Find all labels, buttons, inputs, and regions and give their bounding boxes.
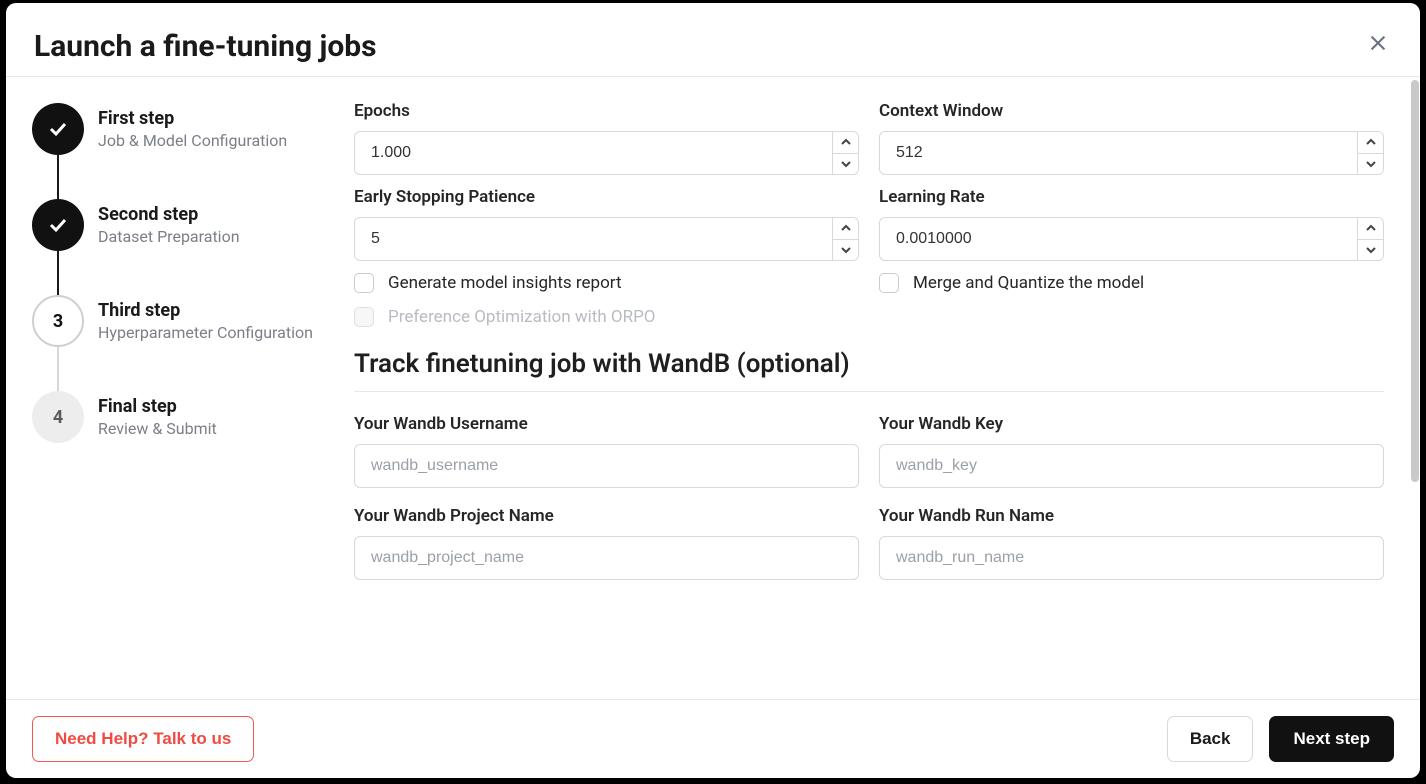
scrollbar-track[interactable] xyxy=(1406,77,1420,699)
merge-quantize-label: Merge and Quantize the model xyxy=(913,273,1144,293)
step-3-title: Third step xyxy=(98,300,313,321)
context-window-field: Context Window xyxy=(879,101,1384,175)
step-4-badge: 4 xyxy=(32,391,84,443)
epochs-label: Epochs xyxy=(354,101,859,121)
stepper: First step Job & Model Configuration Sec… xyxy=(6,77,346,699)
close-icon xyxy=(1367,32,1389,54)
learning-rate-field: Learning Rate xyxy=(879,187,1384,261)
step-1-sub: Job & Model Configuration xyxy=(98,131,287,150)
early-stopping-input[interactable] xyxy=(355,218,832,260)
epochs-step-down[interactable] xyxy=(833,154,858,175)
step-3-badge: 3 xyxy=(32,295,84,347)
section-divider xyxy=(354,391,1384,392)
early-stopping-field: Early Stopping Patience xyxy=(354,187,859,261)
wandb-key-label: Your Wandb Key xyxy=(879,414,1384,434)
modal-footer: Need Help? Talk to us Back Next step xyxy=(6,699,1420,778)
wandb-project-label: Your Wandb Project Name xyxy=(354,506,859,526)
step-4-sub: Review & Submit xyxy=(98,419,217,438)
close-button[interactable] xyxy=(1364,29,1392,57)
merge-quantize-checkbox-row: Merge and Quantize the model xyxy=(879,273,1384,293)
step-3: 3 Third step Hyperparameter Configuratio… xyxy=(32,295,326,347)
wandb-username-input[interactable] xyxy=(354,444,859,488)
learning-rate-input[interactable] xyxy=(880,218,1357,260)
epochs-input[interactable] xyxy=(355,132,832,174)
step-4-title: Final step xyxy=(98,396,217,417)
context-window-input[interactable] xyxy=(880,132,1357,174)
chevron-up-icon xyxy=(841,137,851,147)
chevron-up-icon xyxy=(841,223,851,233)
check-icon xyxy=(46,117,70,141)
step-2: Second step Dataset Preparation xyxy=(32,199,326,251)
modal-title: Launch a fine-tuning jobs xyxy=(34,29,377,64)
orpo-checkbox xyxy=(354,307,374,327)
learning-rate-label: Learning Rate xyxy=(879,187,1384,207)
step-3-sub: Hyperparameter Configuration xyxy=(98,323,313,342)
chevron-down-icon xyxy=(841,245,851,255)
orpo-label: Preference Optimization with ORPO xyxy=(388,307,656,327)
chevron-down-icon xyxy=(1366,245,1376,255)
epochs-field: Epochs xyxy=(354,101,859,175)
context-window-label: Context Window xyxy=(879,101,1384,121)
generate-insights-checkbox[interactable] xyxy=(354,273,374,293)
wandb-run-label: Your Wandb Run Name xyxy=(879,506,1384,526)
chevron-up-icon xyxy=(1366,137,1376,147)
modal-body: First step Job & Model Configuration Sec… xyxy=(6,77,1420,699)
launch-finetune-modal: Launch a fine-tuning jobs First step Job… xyxy=(6,3,1420,778)
early-stopping-step-up[interactable] xyxy=(833,218,858,240)
wandb-key-input[interactable] xyxy=(879,444,1384,488)
context-window-step-up[interactable] xyxy=(1358,132,1383,154)
wandb-key-field: Your Wandb Key xyxy=(879,414,1384,488)
epochs-step-up[interactable] xyxy=(833,132,858,154)
back-button[interactable]: Back xyxy=(1167,716,1254,762)
step-connector xyxy=(57,347,59,391)
step-connector xyxy=(57,155,59,199)
learning-rate-step-down[interactable] xyxy=(1358,240,1383,261)
step-4: 4 Final step Review & Submit xyxy=(32,391,326,443)
wandb-run-input[interactable] xyxy=(879,536,1384,580)
scrollbar-thumb[interactable] xyxy=(1411,80,1419,482)
chevron-down-icon xyxy=(1366,159,1376,169)
wandb-project-field: Your Wandb Project Name xyxy=(354,506,859,580)
generate-insights-checkbox-row: Generate model insights report xyxy=(354,273,859,293)
modal-header: Launch a fine-tuning jobs xyxy=(6,3,1420,76)
merge-quantize-checkbox[interactable] xyxy=(879,273,899,293)
check-icon xyxy=(46,213,70,237)
early-stopping-step-down[interactable] xyxy=(833,240,858,261)
wandb-section-heading: Track finetuning job with WandB (optiona… xyxy=(354,349,1384,379)
wandb-username-label: Your Wandb Username xyxy=(354,414,859,434)
chevron-down-icon xyxy=(841,159,851,169)
step-2-badge xyxy=(32,199,84,251)
wandb-username-field: Your Wandb Username xyxy=(354,414,859,488)
context-window-step-down[interactable] xyxy=(1358,154,1383,175)
learning-rate-step-up[interactable] xyxy=(1358,218,1383,240)
need-help-button[interactable]: Need Help? Talk to us xyxy=(32,716,254,762)
orpo-checkbox-row: Preference Optimization with ORPO xyxy=(354,307,1384,327)
hyperparameter-form: Epochs Context Window xyxy=(346,77,1420,699)
wandb-run-field: Your Wandb Run Name xyxy=(879,506,1384,580)
step-connector xyxy=(57,251,59,295)
next-step-button[interactable]: Next step xyxy=(1269,716,1394,762)
step-2-sub: Dataset Preparation xyxy=(98,227,240,246)
early-stopping-label: Early Stopping Patience xyxy=(354,187,859,207)
generate-insights-label: Generate model insights report xyxy=(388,273,622,293)
wandb-project-input[interactable] xyxy=(354,536,859,580)
step-1-badge xyxy=(32,103,84,155)
step-1-title: First step xyxy=(98,108,287,129)
chevron-up-icon xyxy=(1366,223,1376,233)
step-2-title: Second step xyxy=(98,204,240,225)
step-1: First step Job & Model Configuration xyxy=(32,103,326,155)
